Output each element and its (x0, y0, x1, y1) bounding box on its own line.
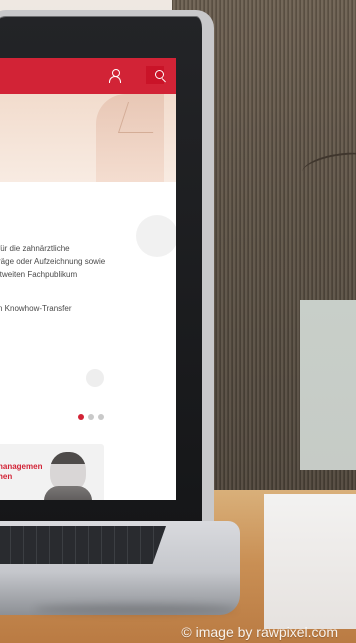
portrait-shoulders (44, 486, 92, 500)
watermark: © image by rawpixel.com (181, 624, 338, 640)
top-bar (0, 58, 176, 94)
body-text-line-3: ltweiten Fachpublikum (0, 270, 78, 279)
carousel-dot-1[interactable] (78, 414, 84, 420)
hero-image (0, 94, 176, 182)
body-text-line-4: n Knowhow-Transfer (0, 304, 72, 313)
body-text-line-1: für die zahnärztliche (0, 244, 70, 253)
feature-card[interactable]: nanagement hen (0, 444, 104, 500)
user-icon[interactable] (106, 66, 124, 84)
carousel-dots[interactable] (78, 414, 108, 422)
carousel-dot-2[interactable] (88, 414, 94, 420)
laptop-screen: für die zahnärztliche räge oder Aufzeich… (0, 58, 176, 500)
search-icon[interactable] (146, 66, 164, 84)
decorative-small-circle (86, 369, 104, 387)
carousel-dot-3[interactable] (98, 414, 104, 420)
laptop-shadow (34, 604, 236, 614)
photo-scene: für die zahnärztliche räge oder Aufzeich… (0, 0, 356, 643)
portrait-image (42, 450, 94, 500)
decorative-circle (136, 215, 176, 257)
body-text-line-2: räge oder Aufzeichnung sowie (0, 257, 106, 266)
keyboard (0, 526, 166, 564)
laptop-lid: für die zahnärztliche räge oder Aufzeich… (0, 10, 214, 542)
